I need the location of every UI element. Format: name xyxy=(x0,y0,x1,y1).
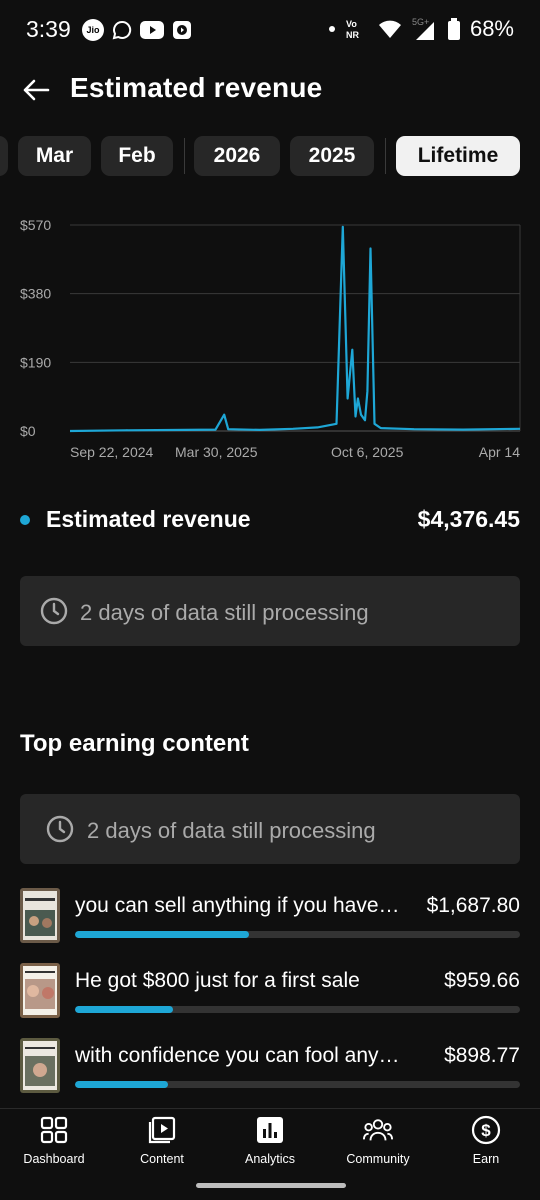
nav-label: Community xyxy=(346,1152,410,1166)
clock-icon xyxy=(40,597,68,625)
dot-icon xyxy=(328,26,335,32)
x-tick-label: Sep 22, 2024 xyxy=(70,444,154,460)
y-tick-label: $570 xyxy=(20,217,51,233)
page-title: Estimated revenue xyxy=(70,72,323,103)
revenue-chart[interactable]: $570 $380 $190 $0 Sep 22, 2024 Mar 30, 2025 O… xyxy=(0,200,540,470)
list-item[interactable]: with confidence you can fool anyone $898… xyxy=(20,1038,520,1098)
svg-text:5G+: 5G+ xyxy=(412,17,429,27)
x-tick-label: Apr 14 xyxy=(479,444,520,460)
signal-icon: 5G+ xyxy=(412,17,434,40)
clock-icon xyxy=(46,815,74,843)
series-legend-dot xyxy=(20,515,30,525)
processing-notice: 2 days of data still processing xyxy=(20,794,520,864)
nav-label: Earn xyxy=(472,1152,500,1166)
svg-text:Vo: Vo xyxy=(346,19,357,29)
battery-percent: 68% xyxy=(469,16,514,41)
nav-label: Analytics xyxy=(244,1152,296,1166)
share-bar xyxy=(75,1081,520,1088)
wifi-icon xyxy=(378,20,401,38)
nav-analytics[interactable]: Analytics xyxy=(216,1115,324,1175)
status-time: 3:39 xyxy=(26,16,71,42)
y-tick-label: $0 xyxy=(20,423,36,439)
share-bar-fill xyxy=(75,1081,169,1088)
metric-row: Estimated revenue $4,376.45 xyxy=(20,500,520,540)
processing-notice: 2 days of data still processing xyxy=(20,576,520,646)
period-chips: Mar Feb 2026 2025 Lifetime xyxy=(0,136,540,178)
chip-lifetime[interactable]: Lifetime xyxy=(396,136,520,176)
video-thumbnail xyxy=(20,963,60,1018)
community-icon xyxy=(363,1115,393,1145)
jio-icon: Jio xyxy=(82,19,104,41)
chip-partial[interactable] xyxy=(0,136,8,176)
revenue-series-line xyxy=(69,225,521,433)
share-bar-fill xyxy=(75,1006,173,1013)
share-bar-fill xyxy=(75,931,249,938)
back-button[interactable] xyxy=(18,72,54,108)
chip-2025[interactable]: 2025 xyxy=(290,136,374,176)
nav-earn[interactable]: $ Earn xyxy=(432,1115,540,1175)
video-thumbnail xyxy=(20,1038,60,1093)
processing-text: 2 days of data still processing xyxy=(80,600,369,625)
metric-label: Estimated revenue xyxy=(46,506,251,532)
earn-icon: $ xyxy=(471,1115,501,1145)
metric-value: $4,376.45 xyxy=(417,506,520,532)
notification-icons: Jio xyxy=(82,19,192,41)
section-title: Top earning content xyxy=(20,730,249,757)
revenue-line-chart: $570 $380 $190 $0 Sep 22, 2024 Mar 30, 2025 O… xyxy=(20,217,521,460)
item-value: $959.66 xyxy=(444,969,520,992)
system-icons: Vo NR 5G+ 68% xyxy=(328,16,514,42)
content-icon xyxy=(147,1115,177,1145)
volte-icon: VoNR xyxy=(346,19,359,40)
studio-icon xyxy=(173,21,191,39)
item-title: you can sell anything if you have confid… xyxy=(75,894,405,917)
y-tick-label: $190 xyxy=(20,354,51,370)
nav-label: Content xyxy=(140,1152,184,1166)
share-bar xyxy=(75,931,520,938)
svg-text:NR: NR xyxy=(346,30,359,40)
nav-community[interactable]: Community xyxy=(324,1115,432,1175)
item-value: $898.77 xyxy=(444,1044,520,1067)
x-tick-label: Oct 6, 2025 xyxy=(331,444,404,460)
status-bar: 3:39 Jio Vo NR 5G+ 68% xyxy=(0,0,540,60)
chip-divider xyxy=(184,138,185,174)
item-title: with confidence you can fool anyone xyxy=(75,1044,405,1067)
app-header: Estimated revenue xyxy=(0,60,540,120)
nav-label: Dashboard xyxy=(23,1152,85,1166)
chip-2026[interactable]: 2026 xyxy=(194,136,280,176)
nav-content[interactable]: Content xyxy=(108,1115,216,1175)
youtube-icon xyxy=(140,21,164,39)
arrow-left-icon xyxy=(23,79,50,101)
chat-icon xyxy=(112,20,132,40)
gesture-bar xyxy=(196,1183,346,1188)
battery-icon xyxy=(447,18,460,40)
list-item[interactable]: He got $800 just for a first sale $959.6… xyxy=(20,963,520,1023)
item-value: $1,687.80 xyxy=(426,894,520,917)
y-tick-label: $380 xyxy=(20,286,51,302)
analytics-icon xyxy=(255,1115,285,1145)
video-thumbnail xyxy=(20,888,60,943)
svg-text:$: $ xyxy=(481,1121,491,1140)
item-title: He got $800 just for a first sale xyxy=(75,969,360,992)
nav-dashboard[interactable]: Dashboard xyxy=(0,1115,108,1175)
share-bar xyxy=(75,1006,520,1013)
chip-mar[interactable]: Mar xyxy=(18,136,91,176)
chip-feb[interactable]: Feb xyxy=(101,136,173,176)
chip-divider xyxy=(385,138,386,174)
processing-text: 2 days of data still processing xyxy=(87,818,376,843)
x-tick-label: Mar 30, 2025 xyxy=(175,444,258,460)
list-item[interactable]: you can sell anything if you have confid… xyxy=(20,888,520,948)
dashboard-icon xyxy=(39,1115,69,1145)
